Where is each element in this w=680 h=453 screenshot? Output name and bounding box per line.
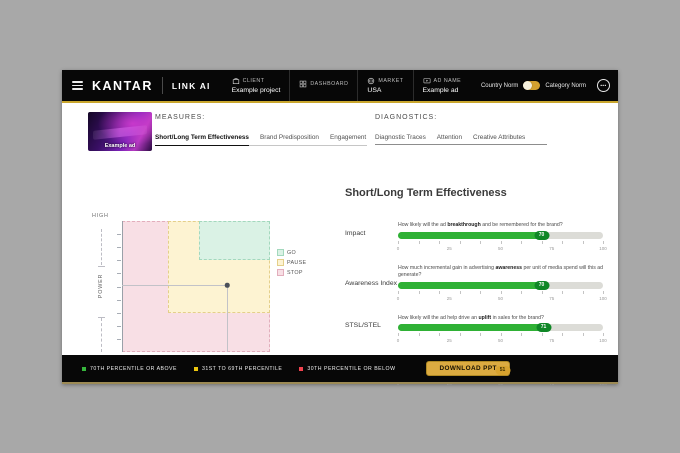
plot-area — [122, 221, 270, 352]
data-point — [225, 283, 230, 288]
score-bar-fill — [398, 282, 542, 289]
tab-engagement[interactable]: Engagement — [330, 134, 366, 146]
score-bar-fill — [398, 232, 542, 239]
chart-legend: GO PAUSE STOP — [277, 249, 306, 276]
app-window: KANTAR LINK AI CLIENT Example project DA… — [62, 70, 618, 384]
point-hline — [122, 285, 227, 286]
market-icon — [367, 77, 375, 85]
score-question: How much incremental gain in advertising… — [398, 265, 608, 280]
dashboard-icon — [299, 80, 307, 88]
norm-toggle-group: Country Norm Category Norm — [481, 81, 586, 90]
client-icon — [232, 77, 240, 85]
score-bar: 70 — [398, 282, 603, 289]
y-axis-high-label: HIGH — [92, 213, 109, 219]
country-norm-label: Country Norm — [481, 83, 518, 89]
score-label: Impact — [345, 230, 397, 237]
tab-short-long-term-effectiveness[interactable]: Short/Long Term Effectiveness — [155, 134, 249, 146]
score-row-awareness-index: Awareness Index How much incremental gai… — [345, 265, 613, 303]
point-vline — [227, 285, 228, 352]
score-scale: 0255075100 — [398, 291, 603, 303]
legend-swatch — [277, 269, 284, 276]
toggle-knob — [523, 81, 532, 90]
more-options-button[interactable]: ••• — [597, 79, 610, 92]
category-norm-label: Category Norm — [545, 83, 586, 89]
chart-legend-go: GO — [277, 249, 306, 256]
score-question: How likely will the ad help drive an upl… — [398, 315, 608, 323]
page-title: Short/Long Term Effectiveness — [345, 187, 507, 199]
legend-label: PAUSE — [287, 260, 306, 266]
score-value-pill: 70 — [534, 231, 549, 240]
y-axis-bracket — [101, 229, 102, 265]
score-bar-fill — [398, 324, 544, 331]
header-nav: CLIENT Example project DASHBOARD MARKET … — [223, 70, 471, 101]
chart-legend-stop: STOP — [277, 269, 306, 276]
chart-legend-pause: PAUSE — [277, 259, 306, 266]
measures-tabs: Short/Long Term Effectiveness Brand Predi… — [155, 134, 367, 146]
percentile-dot — [299, 367, 303, 371]
diagnostics-tabs: Diagnostic Traces Attention Creative Attri… — [375, 134, 547, 145]
diagnostics-heading: DIAGNOSTICS: — [375, 114, 437, 121]
product-name: LINK AI — [172, 81, 211, 91]
legend-label: GO — [287, 250, 296, 256]
app-footer: 70TH PERCENTILE OR ABOVE 31ST TO 69TH PE… — [62, 355, 618, 384]
tab-diagnostic-traces[interactable]: Diagnostic Traces — [375, 134, 426, 145]
percentile-legend-70th-percentile-or-above: 70TH PERCENTILE OR ABOVE — [82, 366, 177, 372]
score-value-pill: 51 — [495, 366, 510, 375]
percentile-label: 30TH PERCENTILE OR BELOW — [307, 366, 395, 372]
tab-brand-predisposition[interactable]: Brand Predisposition — [260, 134, 319, 146]
header-divider — [162, 77, 163, 94]
score-value-pill: 71 — [536, 323, 551, 332]
percentile-legend-31st-to-69th-percentile: 31ST TO 69TH PERCENTILE — [194, 366, 282, 372]
score-scale: 0255075100 — [398, 241, 603, 253]
nav-dashboard[interactable]: DASHBOARD — [289, 70, 357, 101]
score-bar: 70 — [398, 232, 603, 239]
main-content: Example ad MEASURES: Short/Long Term Eff… — [62, 105, 618, 355]
percentile-legend-30th-percentile-or-below: 30TH PERCENTILE OR BELOW — [299, 366, 395, 372]
score-bar: 71 — [398, 324, 603, 331]
y-axis-line — [122, 221, 123, 352]
ad-thumbnail-caption: Example ad — [88, 143, 152, 149]
app-header: KANTAR LINK AI CLIENT Example project DA… — [62, 70, 618, 103]
score-row-impact: Impact How likely will the ad breakthrou… — [345, 222, 613, 253]
score-question: How likely will the ad breakthrough and … — [398, 222, 608, 230]
tab-creative-attributes[interactable]: Creative Attributes — [473, 134, 525, 145]
percentile-dot — [194, 367, 198, 371]
y-axis-title: POWER — [98, 271, 104, 301]
score-label: Awareness Index — [345, 280, 397, 287]
legend-swatch — [277, 249, 284, 256]
nav-market[interactable]: MARKET USA — [357, 70, 412, 101]
legend-swatch — [277, 259, 284, 266]
ad-thumbnail[interactable]: Example ad — [88, 112, 152, 151]
ad-name-icon — [423, 77, 431, 85]
nav-client[interactable]: CLIENT Example project — [223, 70, 290, 101]
percentile-label: 31ST TO 69TH PERCENTILE — [202, 366, 282, 372]
score-label: STSL/STEL — [345, 322, 397, 329]
percentile-dot — [82, 367, 86, 371]
region-go — [199, 221, 270, 260]
nav-ad-name[interactable]: AD NAME Example ad — [413, 70, 471, 101]
percentile-label: 70TH PERCENTILE OR ABOVE — [90, 366, 177, 372]
kantar-logo: KANTAR — [92, 79, 153, 93]
score-value-pill: 70 — [534, 281, 549, 290]
legend-label: STOP — [287, 270, 303, 276]
menu-icon[interactable] — [72, 81, 83, 90]
score-scale: 0255075100 — [398, 333, 603, 345]
measures-heading: MEASURES: — [155, 114, 205, 121]
score-row-stsl-stel: STSL/STEL How likely will the ad help dr… — [345, 315, 613, 346]
tab-attention[interactable]: Attention — [437, 134, 462, 145]
norm-toggle[interactable] — [523, 81, 540, 90]
